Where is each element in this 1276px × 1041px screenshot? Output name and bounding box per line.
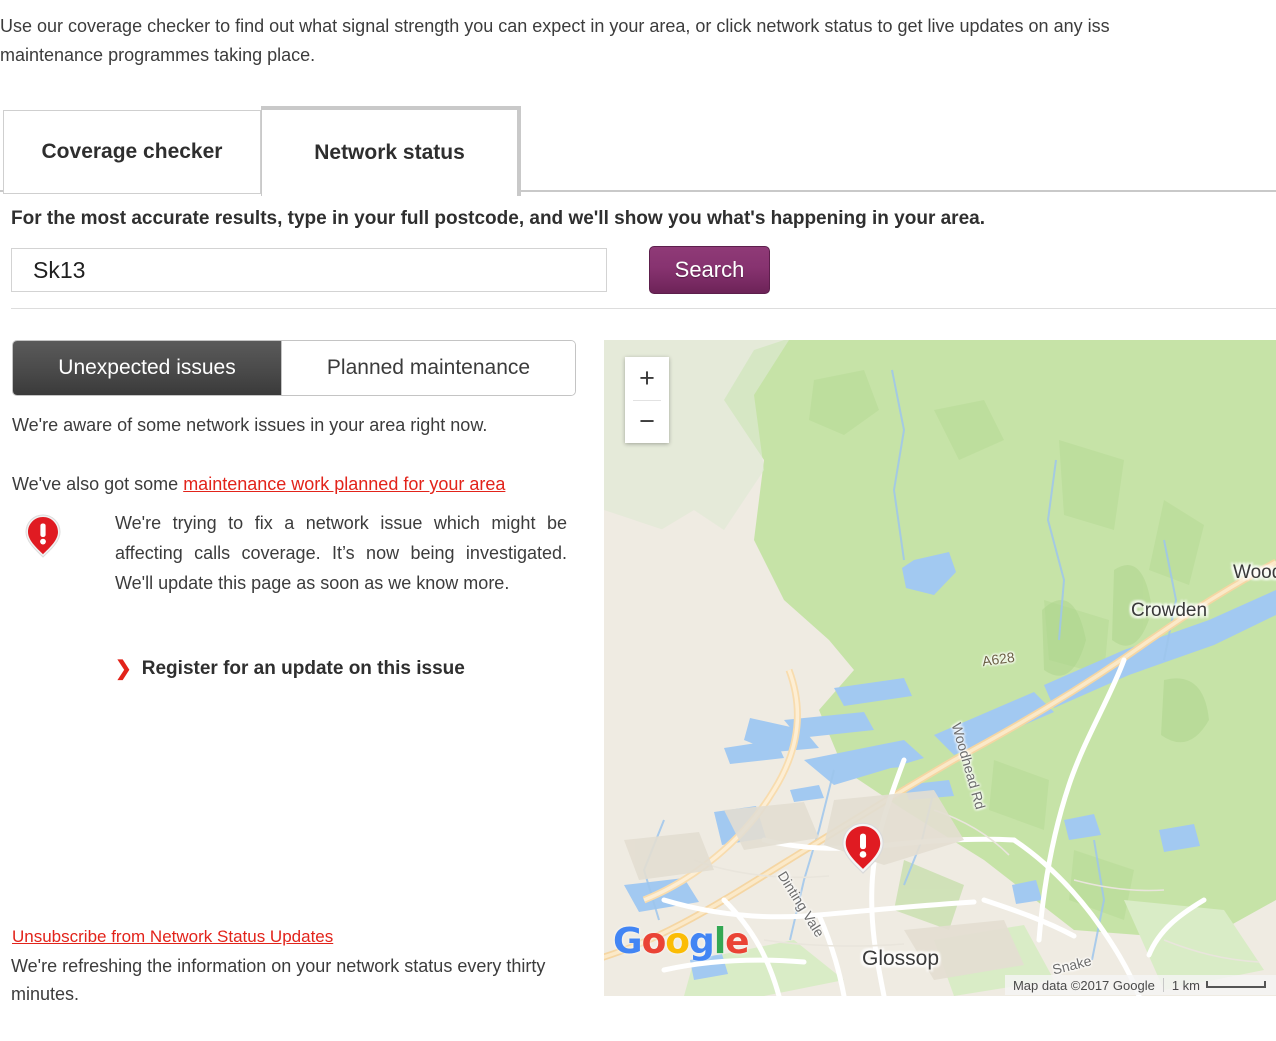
register-for-update-label: Register for an update on this issue [141, 658, 465, 679]
postcode-input[interactable] [11, 248, 607, 292]
tab-coverage-checker-label: Coverage checker [41, 140, 223, 163]
google-logo-letter-e: e [725, 921, 749, 962]
intro-paragraph: Use our coverage checker to find out wha… [0, 16, 1110, 65]
map-zoom-in-button[interactable]: + [625, 357, 669, 400]
map-label-glossop: Glossop [862, 947, 940, 970]
map-scale-label: 1 km [1171, 977, 1200, 993]
map-label-woodhead: Wood [1233, 562, 1276, 583]
google-logo-letter-g1: G [613, 921, 643, 962]
map-attribution-text: Map data ©2017 Google [1012, 977, 1155, 993]
google-logo: Google [613, 921, 750, 962]
maintenance-work-link[interactable]: maintenance work planned for your area [183, 474, 505, 494]
issue-description: We're trying to fix a network issue whic… [115, 513, 567, 593]
status-panel: Unexpected issues Planned maintenance We… [0, 340, 600, 1004]
map-scale-bar [1206, 980, 1266, 988]
map-label-crowden: Crowden [1131, 600, 1208, 621]
google-logo-letter-o2: o [665, 921, 690, 962]
segment-planned-maintenance-label: Planned maintenance [326, 356, 531, 379]
google-logo-letter-g2: g [689, 921, 715, 962]
map-attribution-bar: Map data ©2017 Google 1 km [1004, 975, 1276, 995]
google-logo-letter-l: l [713, 921, 726, 962]
tab-network-status[interactable]: Network status [261, 106, 521, 196]
postcode-prompt: For the most accurate results, type in y… [11, 208, 985, 229]
map-zoom-control: + − [625, 357, 669, 443]
refresh-note: We're refreshing the information on your… [11, 956, 546, 1004]
aware-text: We're aware of some network issues in yo… [12, 415, 488, 435]
unsubscribe-link[interactable]: Unsubscribe from Network Status Updates [12, 927, 333, 947]
tab-network-status-label: Network status [314, 141, 465, 164]
section-divider [11, 308, 1276, 309]
issue-type-segmented-control: Unexpected issues Planned maintenance [12, 340, 576, 396]
also-got-line: We've also got some maintenance work pla… [12, 474, 505, 495]
map-viewport[interactable]: + − Crowden Wood Tintwistle Hadfield ttr… [604, 340, 1276, 996]
segment-unexpected-issues[interactable]: Unexpected issues [13, 341, 282, 395]
map-zoom-out-button[interactable]: − [625, 400, 669, 443]
also-got-prefix: We've also got some [12, 474, 184, 494]
register-for-update-link[interactable]: ❯ Register for an update on this issue [115, 658, 465, 680]
tab-coverage-checker[interactable]: Coverage checker [3, 110, 261, 194]
map-zoom-separator [633, 400, 661, 401]
alert-pin-icon [23, 513, 63, 559]
google-logo-letter-o1: o [641, 921, 667, 962]
search-button[interactable]: Search [649, 246, 770, 294]
network-status-page: Use our coverage checker to find out wha… [0, 0, 1276, 1041]
segment-planned-maintenance[interactable]: Planned maintenance [282, 341, 575, 395]
search-row: Search [0, 246, 1276, 300]
map-scale: 1 km [1164, 978, 1276, 993]
map-tiles [604, 340, 1276, 996]
tab-strip: Coverage checker Network status [0, 106, 1276, 196]
segment-unexpected-issues-label: Unexpected issues [58, 356, 236, 379]
chevron-right-icon: ❯ [115, 658, 132, 680]
